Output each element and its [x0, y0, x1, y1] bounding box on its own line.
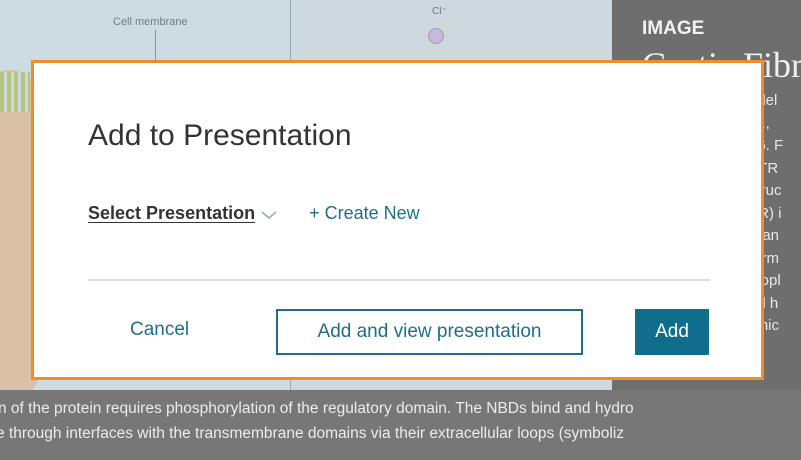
presentation-select-row: Select Presentation + Create New — [88, 203, 420, 224]
dialog-title: Add to Presentation — [88, 119, 352, 152]
caption-line: n of the protein requires phosphorylatio… — [0, 400, 634, 417]
chevron-down-icon — [261, 210, 277, 219]
membrane-label: Cell membrane — [113, 16, 188, 28]
add-and-view-presentation-button[interactable]: Add and view presentation — [276, 309, 583, 355]
info-kicker: IMAGE — [642, 18, 705, 39]
chloride-ion-label: Cl⁻ — [432, 6, 447, 17]
cancel-button[interactable]: Cancel — [130, 319, 189, 341]
membrane-illustration — [0, 72, 30, 112]
caption-line: e through interfaces with the transmembr… — [0, 425, 625, 442]
background-caption: n of the protein requires phosphorylatio… — [0, 390, 801, 460]
screen: Cell membrane Cl⁻ IMAGE Cystic Fibr adel… — [0, 0, 801, 460]
dialog-divider — [88, 279, 710, 281]
add-button[interactable]: Add — [635, 309, 709, 355]
create-new-link[interactable]: + Create New — [309, 203, 420, 224]
select-presentation-dropdown[interactable]: Select Presentation — [88, 203, 277, 224]
chloride-ion-dot — [428, 28, 444, 44]
add-to-presentation-dialog: Add to Presentation Select Presentation … — [31, 60, 764, 380]
select-presentation-label: Select Presentation — [88, 203, 256, 223]
